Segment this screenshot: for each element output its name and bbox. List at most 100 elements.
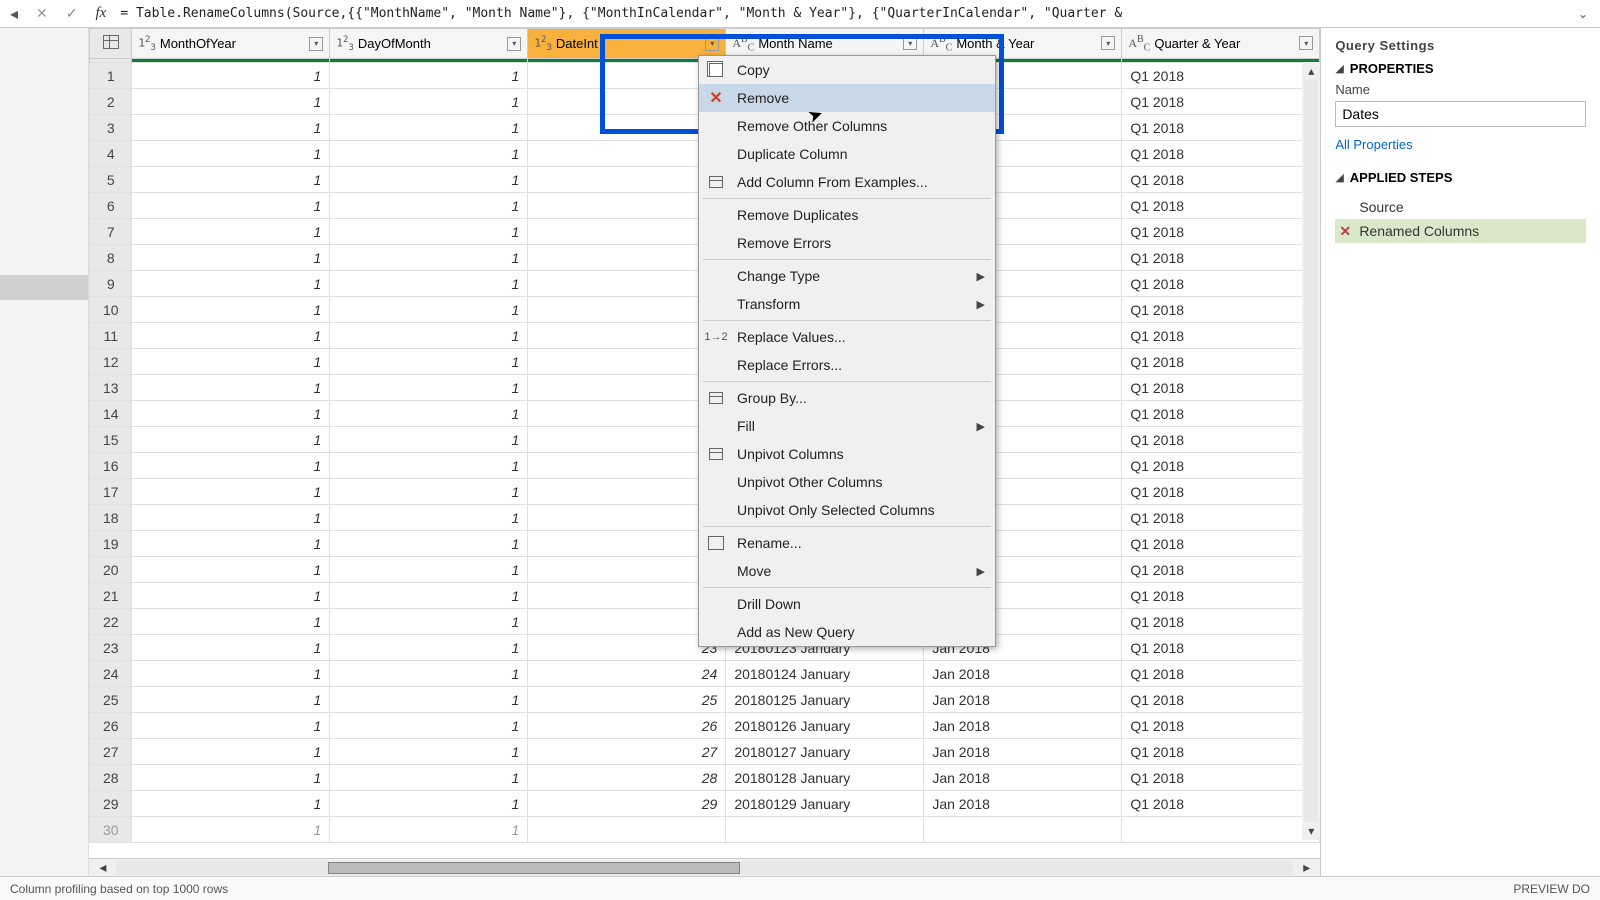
cell[interactable]: 1: [330, 609, 528, 635]
table-row[interactable]: 25 1 1 25 20180125 January Jan 2018 Q1 2…: [90, 687, 1320, 713]
cell[interactable]: 1: [330, 401, 528, 427]
cell[interactable]: 1: [132, 219, 330, 245]
cell[interactable]: 1: [330, 427, 528, 453]
scroll-thumb[interactable]: [328, 862, 740, 874]
cell[interactable]: 1: [132, 531, 330, 557]
cell[interactable]: 1: [132, 375, 330, 401]
table-row[interactable]: 28 1 1 28 20180128 January Jan 2018 Q1 2…: [90, 765, 1320, 791]
cell[interactable]: Q1 2018: [1122, 271, 1320, 297]
scroll-left-icon[interactable]: ◂: [89, 859, 116, 876]
cell[interactable]: [528, 817, 726, 843]
table-corner[interactable]: [90, 29, 132, 59]
cell[interactable]: Jan 2018: [924, 791, 1122, 817]
cell[interactable]: 1: [330, 245, 528, 271]
delete-step-icon[interactable]: ✕: [1339, 223, 1351, 240]
cell[interactable]: 16: [528, 453, 726, 479]
cell[interactable]: Jan 2018: [924, 739, 1122, 765]
cell[interactable]: 1: [132, 297, 330, 323]
menu-item-replace-errors[interactable]: Replace Errors...: [699, 351, 995, 379]
cell[interactable]: Q1 2018: [1122, 323, 1320, 349]
cell[interactable]: [726, 817, 924, 843]
row-number[interactable]: 9: [90, 271, 132, 297]
cell[interactable]: 1: [330, 765, 528, 791]
cell[interactable]: 9: [528, 271, 726, 297]
cell[interactable]: Q1 2018: [1122, 479, 1320, 505]
applied-step-source[interactable]: Source: [1335, 195, 1586, 219]
cell[interactable]: 1: [330, 531, 528, 557]
cell[interactable]: 21: [528, 583, 726, 609]
cell[interactable]: Q1 2018: [1122, 739, 1320, 765]
cell[interactable]: Q1 2018: [1122, 427, 1320, 453]
menu-item-duplicate-column[interactable]: Duplicate Column: [699, 140, 995, 168]
cell[interactable]: 1: [132, 687, 330, 713]
menu-item-replace-values[interactable]: 1→2Replace Values...: [699, 323, 995, 351]
formula-text[interactable]: = Table.RenameColumns(Source,{{"MonthNam…: [120, 6, 1562, 21]
row-number[interactable]: 4: [90, 141, 132, 167]
cell[interactable]: 1: [132, 401, 330, 427]
row-number[interactable]: 21: [90, 583, 132, 609]
cell[interactable]: [528, 63, 726, 89]
cell[interactable]: Q1 2018: [1122, 453, 1320, 479]
cell[interactable]: Q1 2018: [1122, 687, 1320, 713]
row-number[interactable]: 19: [90, 531, 132, 557]
cell[interactable]: Q1 2018: [1122, 713, 1320, 739]
table-row[interactable]: 26 1 1 26 20180126 January Jan 2018 Q1 2…: [90, 713, 1320, 739]
filter-dropdown-icon[interactable]: ▾: [903, 36, 917, 50]
cell[interactable]: 1: [132, 349, 330, 375]
applied-steps-section[interactable]: ◢ APPLIED STEPS: [1335, 170, 1586, 185]
cell[interactable]: Q1 2018: [1122, 765, 1320, 791]
cell[interactable]: Q1 2018: [1122, 141, 1320, 167]
cell[interactable]: 1: [330, 271, 528, 297]
cell[interactable]: [924, 817, 1122, 843]
cell[interactable]: 1: [132, 479, 330, 505]
menu-item-remove-errors[interactable]: Remove Errors: [699, 229, 995, 257]
cell[interactable]: Q1 2018: [1122, 89, 1320, 115]
cell[interactable]: 1: [132, 193, 330, 219]
row-number[interactable]: 26: [90, 713, 132, 739]
menu-item-fill[interactable]: Fill▶: [699, 412, 995, 440]
cell[interactable]: 1: [330, 63, 528, 89]
cell[interactable]: 1: [132, 817, 330, 843]
cell[interactable]: 1: [330, 141, 528, 167]
cell[interactable]: 11: [528, 323, 726, 349]
row-number[interactable]: 6: [90, 193, 132, 219]
cell[interactable]: 4: [528, 141, 726, 167]
scroll-up-icon[interactable]: ▴: [1306, 62, 1316, 80]
menu-item-copy[interactable]: Copy: [699, 56, 995, 84]
column-header-dayofmonth[interactable]: 123DayOfMonth▾: [330, 29, 528, 59]
cell[interactable]: 1: [330, 635, 528, 661]
row-number[interactable]: 14: [90, 401, 132, 427]
row-number[interactable]: 22: [90, 609, 132, 635]
row-number[interactable]: 25: [90, 687, 132, 713]
table-row[interactable]: 24 1 1 24 20180124 January Jan 2018 Q1 2…: [90, 661, 1320, 687]
row-number[interactable]: 10: [90, 297, 132, 323]
menu-item-unpivot-other-columns[interactable]: Unpivot Other Columns: [699, 468, 995, 496]
filter-dropdown-icon[interactable]: ▾: [309, 37, 323, 51]
cell[interactable]: 5: [528, 167, 726, 193]
cell[interactable]: 1: [330, 219, 528, 245]
cell[interactable]: Q1 2018: [1122, 63, 1320, 89]
cell[interactable]: Jan 2018: [924, 765, 1122, 791]
vertical-scrollbar[interactable]: ▴ ▾: [1302, 62, 1320, 840]
properties-section[interactable]: ◢ PROPERTIES: [1335, 61, 1586, 76]
menu-item-drill-down[interactable]: Drill Down: [699, 590, 995, 618]
cell[interactable]: Jan 2018: [924, 713, 1122, 739]
column-header-monthname[interactable]: ABCMonth Name▾: [726, 29, 924, 59]
cell[interactable]: 1: [330, 479, 528, 505]
column-header-monthofyear[interactable]: 123MonthOfYear▾: [132, 29, 330, 59]
cell[interactable]: 1: [330, 817, 528, 843]
menu-item-rename[interactable]: Rename...: [699, 529, 995, 557]
row-number[interactable]: 11: [90, 323, 132, 349]
cell[interactable]: 1: [330, 791, 528, 817]
filter-dropdown-icon[interactable]: ▾: [507, 37, 521, 51]
menu-item-unpivot-columns[interactable]: Unpivot Columns: [699, 440, 995, 468]
table-row[interactable]: 30 1 1: [90, 817, 1320, 843]
cell[interactable]: 1: [132, 323, 330, 349]
cell[interactable]: 14: [528, 401, 726, 427]
cell[interactable]: 1: [330, 739, 528, 765]
cell[interactable]: 1: [330, 505, 528, 531]
cell[interactable]: 1: [330, 323, 528, 349]
cell[interactable]: 19: [528, 531, 726, 557]
cell[interactable]: 1: [132, 739, 330, 765]
cell[interactable]: Q1 2018: [1122, 791, 1320, 817]
